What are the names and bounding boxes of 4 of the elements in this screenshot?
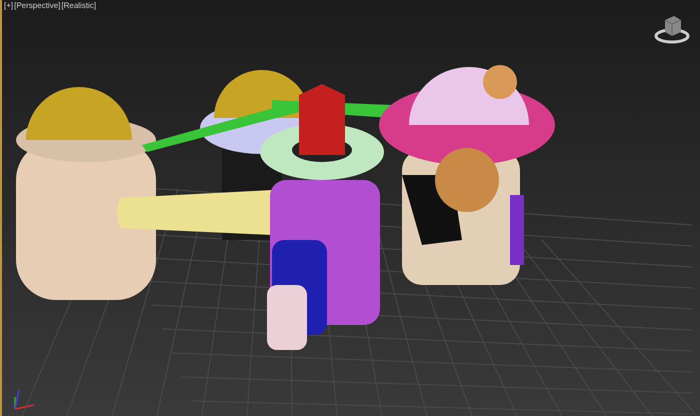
viewport-menu-label[interactable]: [+] bbox=[4, 0, 14, 12]
viewport-menu-label[interactable]: [Perspective] bbox=[14, 0, 60, 12]
viewport-menu-label[interactable]: [Realistic] bbox=[61, 0, 96, 12]
view-cube-icon[interactable] bbox=[654, 14, 690, 44]
